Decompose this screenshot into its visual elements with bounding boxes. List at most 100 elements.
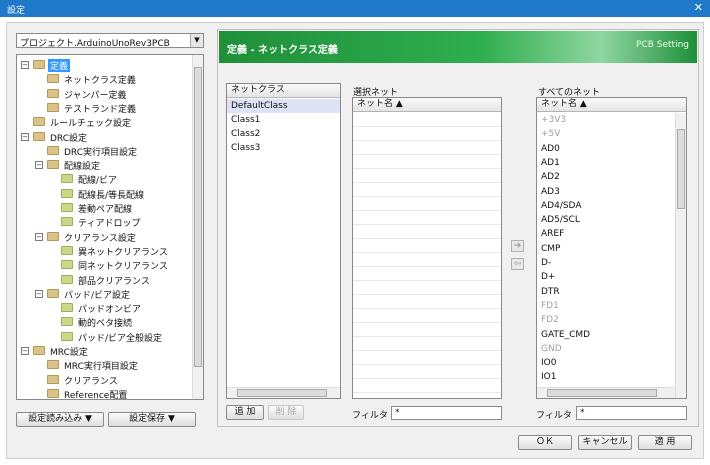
- empty-row: [353, 239, 501, 253]
- selected-nets-list[interactable]: ネット名 ▲: [352, 97, 502, 399]
- project-select[interactable]: プロジェクト.ArduinoUnoRev3PCB ▼: [16, 33, 204, 49]
- tree-item-label: DRC設定: [50, 133, 88, 144]
- folder-icon: [61, 303, 73, 313]
- tree-scrollbar[interactable]: [192, 55, 203, 399]
- netclass-row[interactable]: DefaultClass: [227, 99, 340, 113]
- load-settings-button[interactable]: 設定読み込み ▼: [16, 412, 104, 427]
- apply-button[interactable]: 適 用: [638, 435, 692, 450]
- net-row[interactable]: +3V3: [537, 113, 675, 127]
- all-nets-list[interactable]: ネット名 ▲ +3V3 +5V AD0 AD1 AD2 AD3 AD4/SDA AD5/SCL…: [536, 97, 687, 399]
- save-settings-button[interactable]: 設定保存 ▼: [108, 412, 196, 427]
- cancel-button[interactable]: キャンセル: [578, 435, 632, 450]
- empty-row: [353, 113, 501, 127]
- empty-row: [353, 225, 501, 239]
- folder-icon: [61, 203, 73, 212]
- tree-expander-icon[interactable]: −: [21, 347, 29, 355]
- empty-row: [353, 127, 501, 141]
- net-row[interactable]: DTR: [537, 285, 675, 299]
- folder-icon: [61, 217, 73, 227]
- netclass-row[interactable]: Class1: [227, 113, 340, 127]
- ok-button[interactable]: ＯＫ: [518, 435, 572, 450]
- net-row[interactable]: CMP: [537, 242, 675, 256]
- net-row[interactable]: AD1: [537, 156, 675, 170]
- tree-item-label: パッド/ビア全般設定: [78, 333, 163, 344]
- netclass-list[interactable]: ネットクラス DefaultClass Class1 Class2 Class3: [226, 83, 341, 399]
- net-row[interactable]: AD3: [537, 185, 675, 199]
- netclass-header[interactable]: ネットクラス: [227, 84, 340, 98]
- folder-icon: [47, 231, 59, 241]
- netclass-hscrollbar[interactable]: [227, 387, 340, 398]
- net-row[interactable]: AD0: [537, 142, 675, 156]
- empty-row: [353, 323, 501, 337]
- tree-scroll-thumb[interactable]: [194, 67, 202, 367]
- tree-item-label: ルールチェック設定: [50, 119, 132, 130]
- tree-item-label: DRC実行項目設定: [64, 147, 138, 158]
- netclass-row[interactable]: Class2: [227, 127, 340, 141]
- net-row[interactable]: GATE_CMD: [537, 328, 675, 342]
- all-nets-vscroll-thumb[interactable]: [677, 129, 685, 209]
- net-row[interactable]: FD1: [537, 299, 675, 313]
- folder-icon: [61, 174, 73, 184]
- all-nets-hscrollbar[interactable]: [537, 387, 675, 398]
- empty-row: [353, 197, 501, 211]
- net-row[interactable]: D-: [537, 256, 675, 270]
- title-bar: 設定 ✕: [0, 0, 710, 17]
- tree-expander-icon[interactable]: −: [35, 289, 43, 298]
- net-row[interactable]: D+: [537, 270, 675, 284]
- chevron-down-icon[interactable]: ▼: [190, 34, 203, 47]
- net-row[interactable]: GND: [537, 342, 675, 356]
- net-row[interactable]: AREF: [537, 227, 675, 241]
- close-icon[interactable]: ✕: [694, 1, 703, 14]
- empty-row: [353, 351, 501, 365]
- settings-tree[interactable]: − 定義 ネットクラス定義 ジャンパー定義 テストランド定義 ルールチェック設定 − DRC設…: [16, 54, 204, 400]
- folder-icon: [47, 102, 59, 112]
- tree-item-label: 定義: [48, 59, 71, 72]
- tree-item-label: パッドオンビア: [78, 305, 142, 316]
- empty-row: [353, 155, 501, 169]
- tree-expander-icon[interactable]: −: [35, 161, 43, 170]
- netclass-row[interactable]: Class3: [227, 141, 340, 155]
- all-nets-filter-input[interactable]: *: [576, 406, 687, 420]
- empty-row: [353, 267, 501, 281]
- tree-item-label: 配線設定: [64, 162, 101, 173]
- all-filter-label: フィルタ: [536, 411, 572, 421]
- empty-row: [353, 183, 501, 197]
- folder-icon: [47, 145, 59, 155]
- empty-row: [353, 295, 501, 309]
- tree-item-label: 動的ベタ接続: [78, 319, 133, 330]
- all-nets-header[interactable]: ネット名 ▲: [537, 98, 686, 112]
- folder-icon: [61, 188, 73, 198]
- arrow-right-icon[interactable]: ➔: [511, 240, 524, 252]
- net-row[interactable]: FD2: [537, 313, 675, 327]
- all-nets-hscroll-thumb[interactable]: [547, 389, 657, 397]
- tree-expander-icon[interactable]: −: [21, 61, 29, 69]
- tree-item-label: 同ネットクリアランス: [78, 262, 168, 273]
- net-row[interactable]: AD2: [537, 170, 675, 184]
- selected-nets-header[interactable]: ネット名 ▲: [353, 98, 501, 112]
- net-row[interactable]: AD4/SDA: [537, 199, 675, 213]
- tree-expander-icon[interactable]: −: [35, 232, 43, 241]
- net-row[interactable]: IO1: [537, 370, 675, 384]
- tree-item-label: クリアランス: [64, 376, 118, 387]
- net-row[interactable]: IO0: [537, 356, 675, 370]
- tree-item-label: Reference配置: [64, 390, 128, 400]
- folder-icon: [47, 388, 59, 398]
- net-row[interactable]: AD5/SCL: [537, 213, 675, 227]
- section-banner: 定義 - ネットクラス定義 PCB Setting: [219, 31, 697, 63]
- add-netclass-button[interactable]: 追 加: [226, 405, 264, 420]
- tree-expander-icon[interactable]: −: [21, 132, 29, 141]
- netclass-hscroll-thumb[interactable]: [237, 389, 327, 397]
- tree-item-label: テストランド定義: [64, 104, 137, 115]
- folder-icon: [47, 374, 59, 384]
- dialog-body: プロジェクト.ArduinoUnoRev3PCB ▼ − 定義 ネットクラス定義 ジャ…: [6, 22, 704, 459]
- arrow-left-icon[interactable]: ⇦: [511, 258, 524, 270]
- empty-row: [353, 141, 501, 155]
- net-row[interactable]: +5V: [537, 127, 675, 141]
- section-title: 定義 - ネットクラス定義: [227, 45, 338, 56]
- tree-item-label: 配線/ビア: [78, 176, 118, 187]
- folder-icon: [33, 346, 45, 355]
- delete-netclass-button[interactable]: 削 除: [268, 405, 304, 420]
- project-select-value: プロジェクト.ArduinoUnoRev3PCB: [20, 39, 170, 49]
- selected-nets-filter-input[interactable]: *: [391, 406, 502, 420]
- all-nets-vscrollbar[interactable]: [675, 113, 686, 398]
